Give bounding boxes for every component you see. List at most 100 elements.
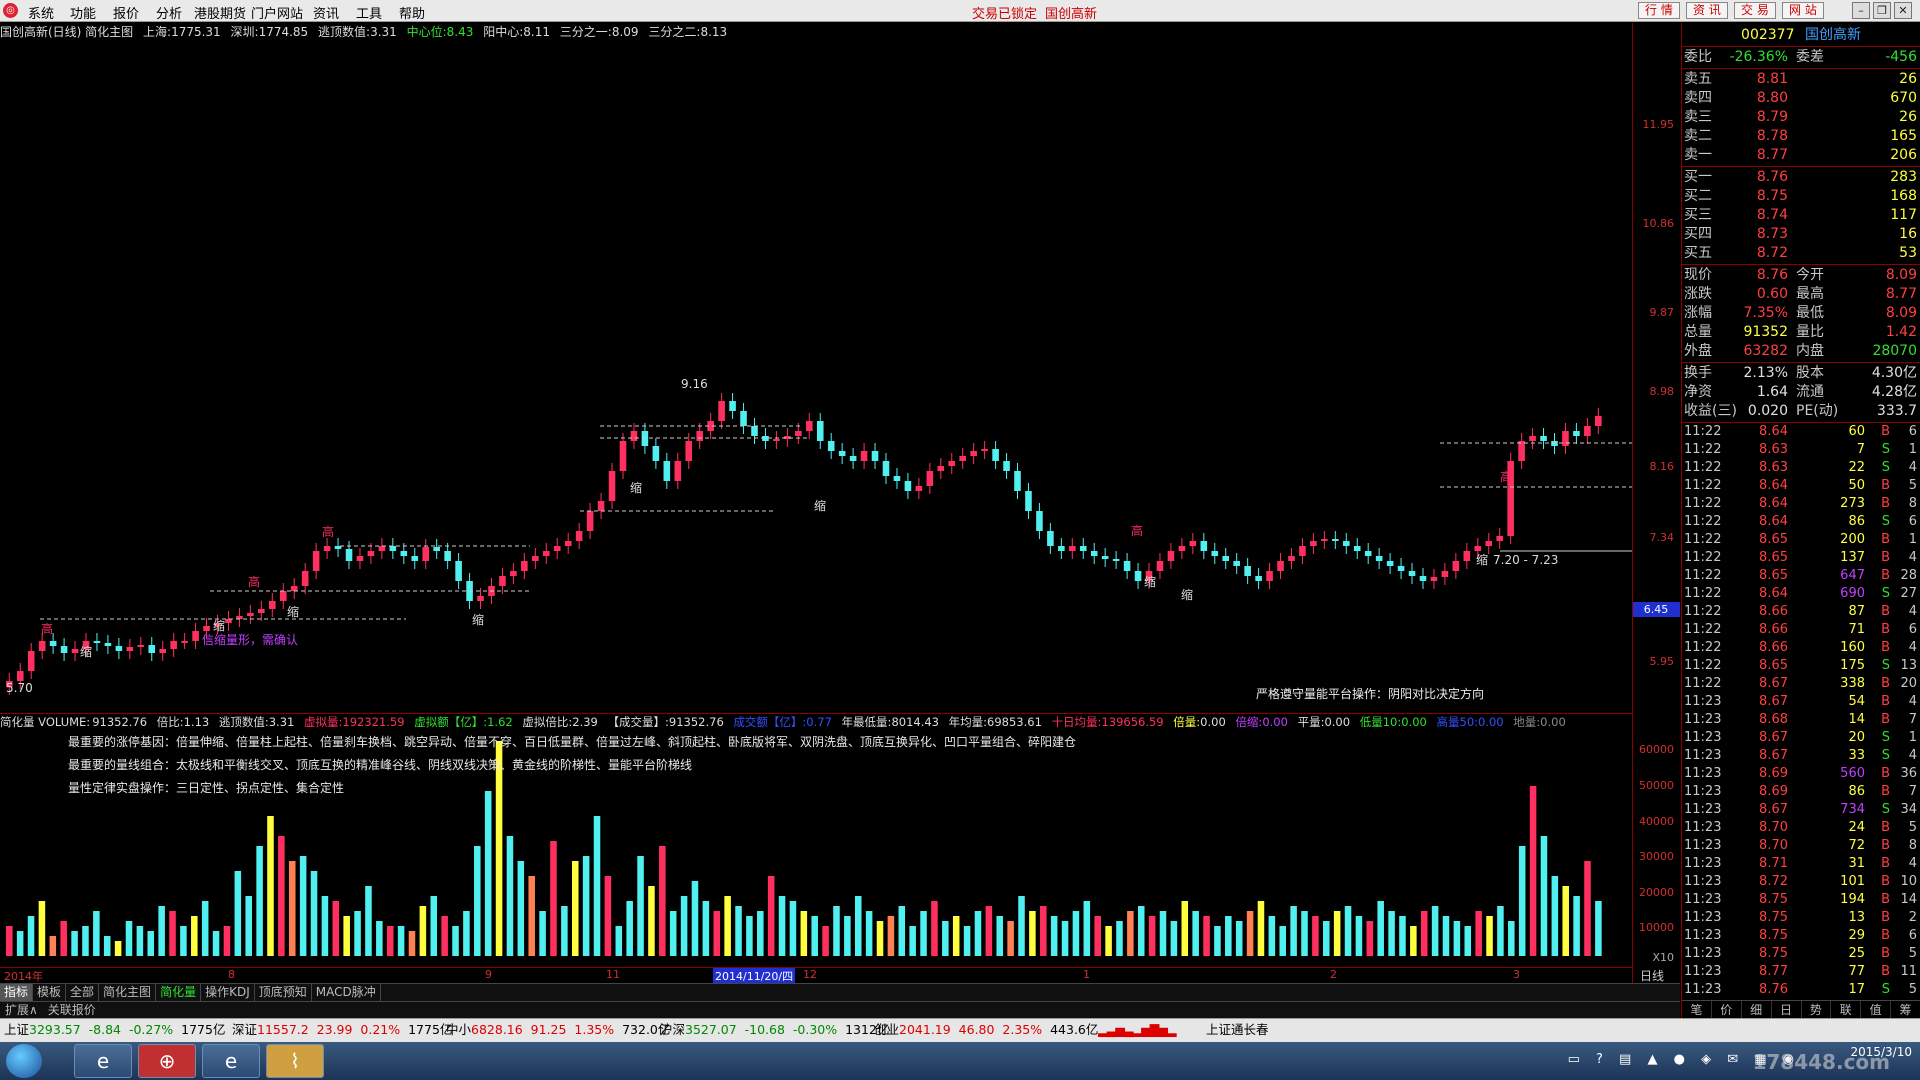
candle-body xyxy=(510,571,517,576)
app-logo-icon[interactable]: ◎ xyxy=(3,3,18,18)
volume-bar xyxy=(191,916,198,956)
trade-lock-status[interactable]: 交易已锁定 xyxy=(972,3,1037,22)
tab-top-bottom[interactable]: 顶底预知 xyxy=(255,984,312,1001)
tab-simple-main[interactable]: 简化主图 xyxy=(99,984,157,1001)
tick-count: 4 xyxy=(1908,604,1917,619)
volume-bar xyxy=(223,926,231,956)
quote-row: 现价 8.76 今开 8.09 xyxy=(1682,266,1920,285)
menu-help[interactable]: 帮助 xyxy=(399,3,425,22)
news-mode-button[interactable]: 资 讯 xyxy=(1686,2,1728,19)
tick-count: 1 xyxy=(1908,442,1917,457)
stock-app-taskbar-icon[interactable]: ⌇ xyxy=(266,1044,324,1078)
menu-portal[interactable]: 门户网站 xyxy=(251,3,303,22)
panel-tab[interactable]: 势 xyxy=(1802,1001,1832,1018)
escape-value: 3.31 xyxy=(370,25,397,39)
clock[interactable]: 2015/3/10 xyxy=(1850,1044,1912,1060)
tick-row: 11:22 8.64 690 S 27 xyxy=(1682,585,1920,603)
tick-time: 11:23 xyxy=(1684,730,1722,745)
volume-bar xyxy=(1301,911,1308,956)
quote-row: 卖四 8.80 670 xyxy=(1682,89,1920,108)
panel-tab[interactable]: 联 xyxy=(1831,1001,1862,1018)
candle-body xyxy=(849,456,857,461)
commission-diff: -456 xyxy=(1885,49,1917,65)
tick-price: 8.75 xyxy=(1759,928,1788,943)
panel-tab[interactable]: 笔 xyxy=(1682,1001,1712,1018)
panel-tab[interactable]: 值 xyxy=(1861,1001,1892,1018)
candle-body xyxy=(795,431,802,436)
tick-time: 11:23 xyxy=(1684,748,1722,763)
shrink-marker: 缩 xyxy=(1181,587,1193,602)
start-button-icon[interactable] xyxy=(6,1044,42,1078)
ie2-taskbar-icon[interactable]: e xyxy=(202,1044,260,1078)
volume-bar xyxy=(234,871,242,956)
quote-label: 最高 xyxy=(1796,286,1824,302)
volume-bar xyxy=(1333,911,1341,956)
tick-side: B xyxy=(1881,424,1890,439)
panel-tab[interactable]: 筹 xyxy=(1891,1001,1920,1018)
candle-body xyxy=(16,671,24,681)
tick-count: 8 xyxy=(1908,496,1917,511)
candle-body xyxy=(1211,551,1219,556)
menu-analysis[interactable]: 分析 xyxy=(156,3,182,22)
volume-bar xyxy=(1464,926,1472,956)
menu-hk-futures[interactable]: 港股期货 xyxy=(194,3,246,22)
news-ticker[interactable]: 上证通长春 xyxy=(1206,1019,1269,1041)
signal-bars-icon: ▂▃▅▃▂▅▇▅▂ xyxy=(1098,1022,1177,1037)
menu-tools[interactable]: 工具 xyxy=(356,3,382,22)
high-marker: 高 xyxy=(41,621,53,636)
high50-value: 0.00 xyxy=(1478,715,1504,729)
volume-bar xyxy=(71,931,78,956)
tick-count: 4 xyxy=(1908,856,1917,871)
candle-body xyxy=(1332,539,1339,541)
menu-quote[interactable]: 报价 xyxy=(113,3,139,22)
volume-bar xyxy=(1290,906,1297,956)
tick-time: 11:23 xyxy=(1684,982,1722,997)
tab-related-quote[interactable]: 关联报价 xyxy=(43,1002,101,1018)
tab-simple-volume[interactable]: 简化量 xyxy=(156,984,202,1001)
tick-volume: 71 xyxy=(1848,622,1865,637)
tick-count: 7 xyxy=(1908,712,1917,727)
tab-indicator[interactable]: 指标 xyxy=(0,984,34,1001)
candle-body xyxy=(1441,571,1449,577)
tab-macd[interactable]: MACD脉冲 xyxy=(312,984,381,1001)
web-mode-button[interactable]: 网 站 xyxy=(1782,2,1824,19)
panel-tab[interactable]: 日 xyxy=(1772,1001,1802,1018)
quote-mode-button[interactable]: 行 情 xyxy=(1638,2,1680,19)
quote-label: 涨跌 xyxy=(1684,286,1712,302)
period-label[interactable]: 日线 xyxy=(1640,967,1664,984)
menu-news[interactable]: 资讯 xyxy=(313,3,339,22)
menu-function[interactable]: 功能 xyxy=(70,3,96,22)
ie-taskbar-icon[interactable]: e xyxy=(74,1044,132,1078)
panel-tabs: 笔价细日势联值筹 xyxy=(1682,1000,1920,1018)
volume-bar xyxy=(757,911,764,956)
bank-taskbar-icon[interactable]: ⊕ xyxy=(138,1044,196,1078)
volume-bar xyxy=(1420,911,1428,956)
panel-tab[interactable]: 价 xyxy=(1712,1001,1742,1018)
tick-volume: 647 xyxy=(1840,568,1865,583)
tick-side: B xyxy=(1881,946,1890,961)
tab-all[interactable]: 全部 xyxy=(66,984,100,1001)
tab-kdj[interactable]: 操作KDJ xyxy=(201,984,255,1001)
volume-bar xyxy=(354,911,361,956)
minimize-icon[interactable]: – xyxy=(1852,2,1870,19)
volume-header: 简化量 VOLUME: 91352.76 倍比:1.13 逃顶数值:3.31 虚拟… xyxy=(0,713,1632,731)
candle-body xyxy=(1397,566,1405,571)
candlestick-chart[interactable]: 高 高 高 高 高 缩 缩 缩 缩 缩 缩 缩 缩 缩 9.16 5.70 信缩… xyxy=(0,41,1632,711)
tick-list[interactable]: 11:22 8.64 60 B 6 11:22 8.63 7 S 1 11:22 8.63 22 S 4 11… xyxy=(1682,423,1920,999)
trade-mode-button[interactable]: 交 易 xyxy=(1734,2,1776,19)
candle-body xyxy=(937,466,945,471)
tab-template[interactable]: 模板 xyxy=(33,984,67,1001)
volume-bar xyxy=(615,926,623,956)
close-icon[interactable]: ✕ xyxy=(1894,2,1912,19)
panel-tab[interactable]: 细 xyxy=(1742,1001,1772,1018)
restore-icon[interactable]: ❐ xyxy=(1873,2,1891,19)
tab-expand[interactable]: 扩展∧ xyxy=(0,1002,43,1018)
vol-ratio: 1.13 xyxy=(183,715,210,729)
quote-value: 8.74 xyxy=(1756,207,1788,223)
candle-body xyxy=(1167,551,1175,561)
tick-side: B xyxy=(1881,964,1890,979)
menu-system[interactable]: 系统 xyxy=(28,3,54,22)
volume-bar xyxy=(125,921,133,956)
quote-value: 165 xyxy=(1890,128,1917,144)
tick-time: 11:23 xyxy=(1684,964,1722,979)
